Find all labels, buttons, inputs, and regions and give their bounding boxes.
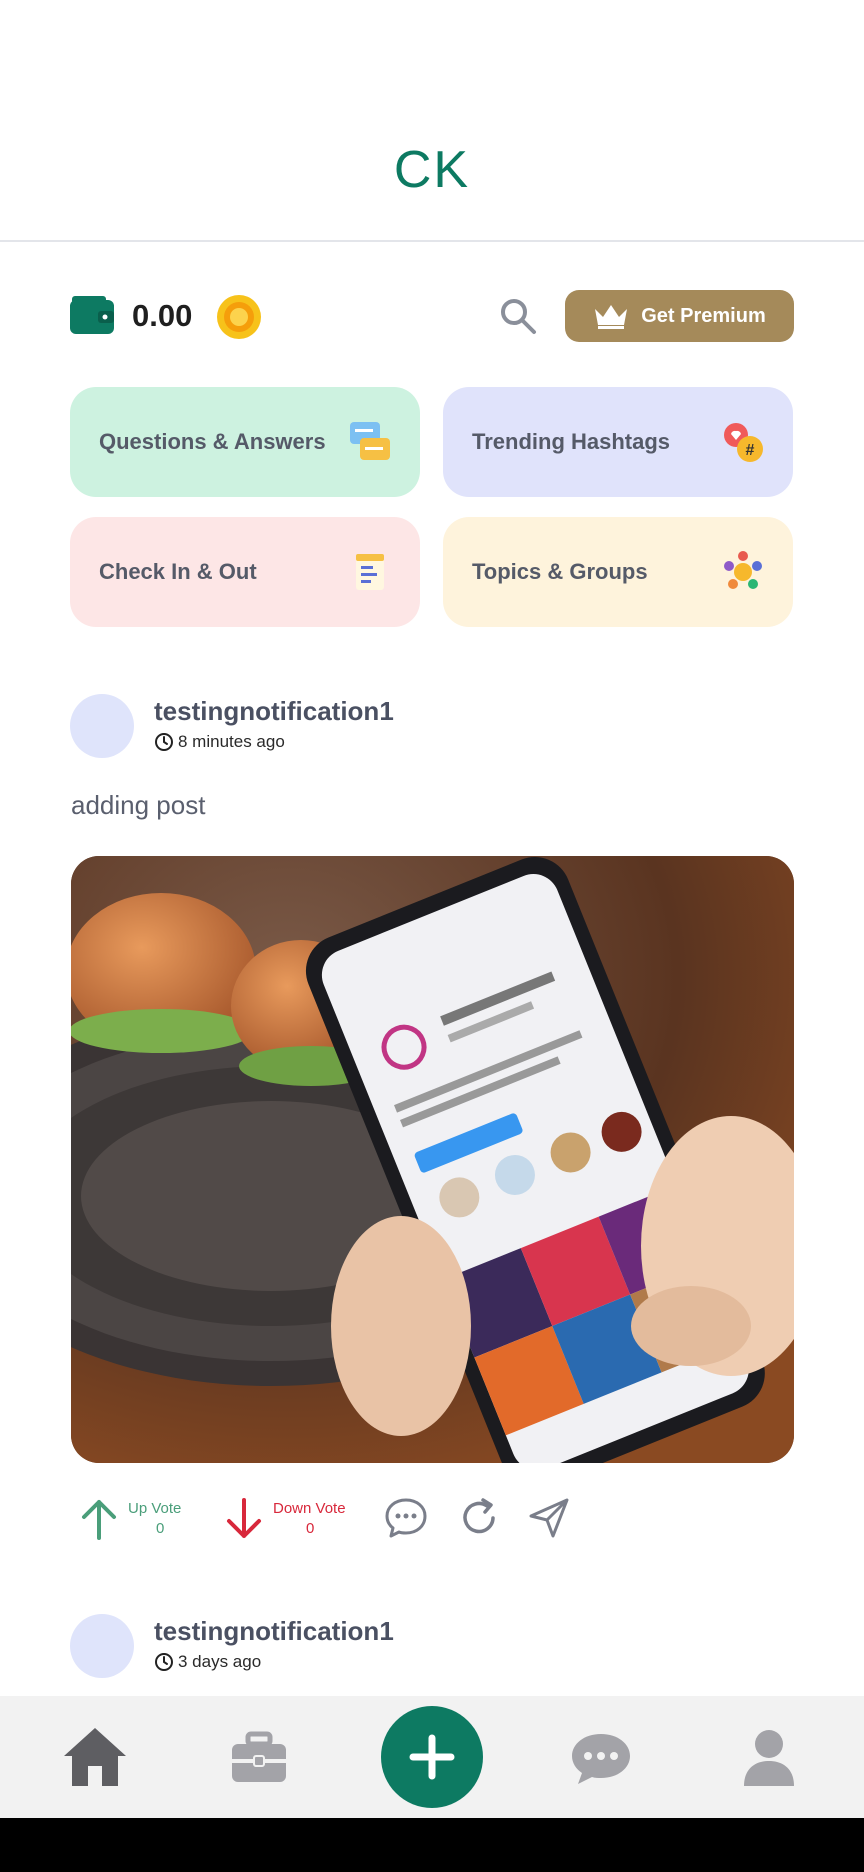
post-text: adding post	[71, 790, 206, 820]
wallet-icon	[70, 296, 114, 334]
tile-label: Questions & Answers	[99, 429, 326, 454]
profile-icon[interactable]	[736, 1726, 802, 1788]
plus-icon	[409, 1734, 455, 1780]
share-icon[interactable]	[527, 1496, 571, 1540]
chat-icon[interactable]	[568, 1726, 634, 1788]
tile-trending-hashtags[interactable]: Trending Hashtags #	[443, 387, 793, 497]
create-post-button[interactable]	[381, 1706, 483, 1808]
tile-label: Check In & Out	[99, 559, 257, 584]
tile-label: Topics & Groups	[472, 559, 648, 584]
avatar[interactable]	[70, 1614, 134, 1678]
get-premium-button[interactable]: Get Premium	[565, 290, 794, 342]
tile-topics-groups[interactable]: Topics & Groups	[443, 517, 793, 627]
home-icon[interactable]	[62, 1726, 128, 1788]
groups-icon	[724, 551, 762, 589]
search-icon[interactable]	[498, 296, 538, 336]
downvote-count: 0	[306, 1520, 315, 1537]
arrow-up-icon	[82, 1500, 116, 1540]
post-timestamp: 3 days ago	[154, 1652, 261, 1672]
downvote-button[interactable]: Down Vote 0	[221, 1490, 361, 1546]
clock-icon	[155, 733, 173, 751]
timestamp-text: 3 days ago	[178, 1652, 262, 1671]
wallet-row: 0.00 Get Premium	[70, 290, 794, 344]
wallet-balance: 0.00	[132, 298, 193, 333]
app-title: CK	[393, 141, 471, 199]
tile-questions-answers[interactable]: Questions & Answers	[70, 387, 420, 497]
downvote-label: Down Vote	[273, 1500, 346, 1517]
qa-icon	[350, 422, 390, 460]
coin-icon	[217, 295, 261, 339]
tile-label: Trending Hashtags	[472, 429, 671, 454]
post-photo	[71, 856, 794, 1463]
upvote-label: Up Vote	[128, 1500, 182, 1517]
briefcase-icon[interactable]	[226, 1726, 292, 1788]
clock-icon	[155, 1653, 173, 1671]
post-header: testingnotification1 3 days ago	[70, 1614, 794, 1684]
post-username[interactable]: testingnotification1	[154, 696, 394, 727]
timestamp-text: 8 minutes ago	[178, 732, 285, 751]
avatar[interactable]	[70, 694, 134, 758]
checklist-icon	[356, 554, 384, 590]
premium-label: Get Premium	[641, 304, 766, 327]
arrow-down-icon	[227, 1498, 261, 1538]
tile-check-in-out[interactable]: Check In & Out	[70, 517, 420, 627]
repost-icon[interactable]	[457, 1496, 501, 1540]
crown-icon	[595, 305, 628, 329]
svg-text:#: #	[746, 442, 755, 459]
upvote-button[interactable]: Up Vote 0	[76, 1490, 186, 1546]
comment-icon[interactable]	[384, 1496, 428, 1540]
app-header: CK	[0, 0, 864, 242]
upvote-count: 0	[156, 1520, 165, 1537]
post-actions: Up Vote 0 Down Vote 0	[70, 1490, 794, 1546]
system-nav-bar	[0, 1818, 864, 1872]
post-image[interactable]	[71, 856, 794, 1463]
hashtag-icon: #	[724, 423, 763, 462]
bottom-nav	[0, 1696, 864, 1818]
post-header: testingnotification1 8 minutes ago	[70, 694, 794, 764]
post-username[interactable]: testingnotification1	[154, 1616, 394, 1647]
post-timestamp: 8 minutes ago	[154, 732, 285, 752]
